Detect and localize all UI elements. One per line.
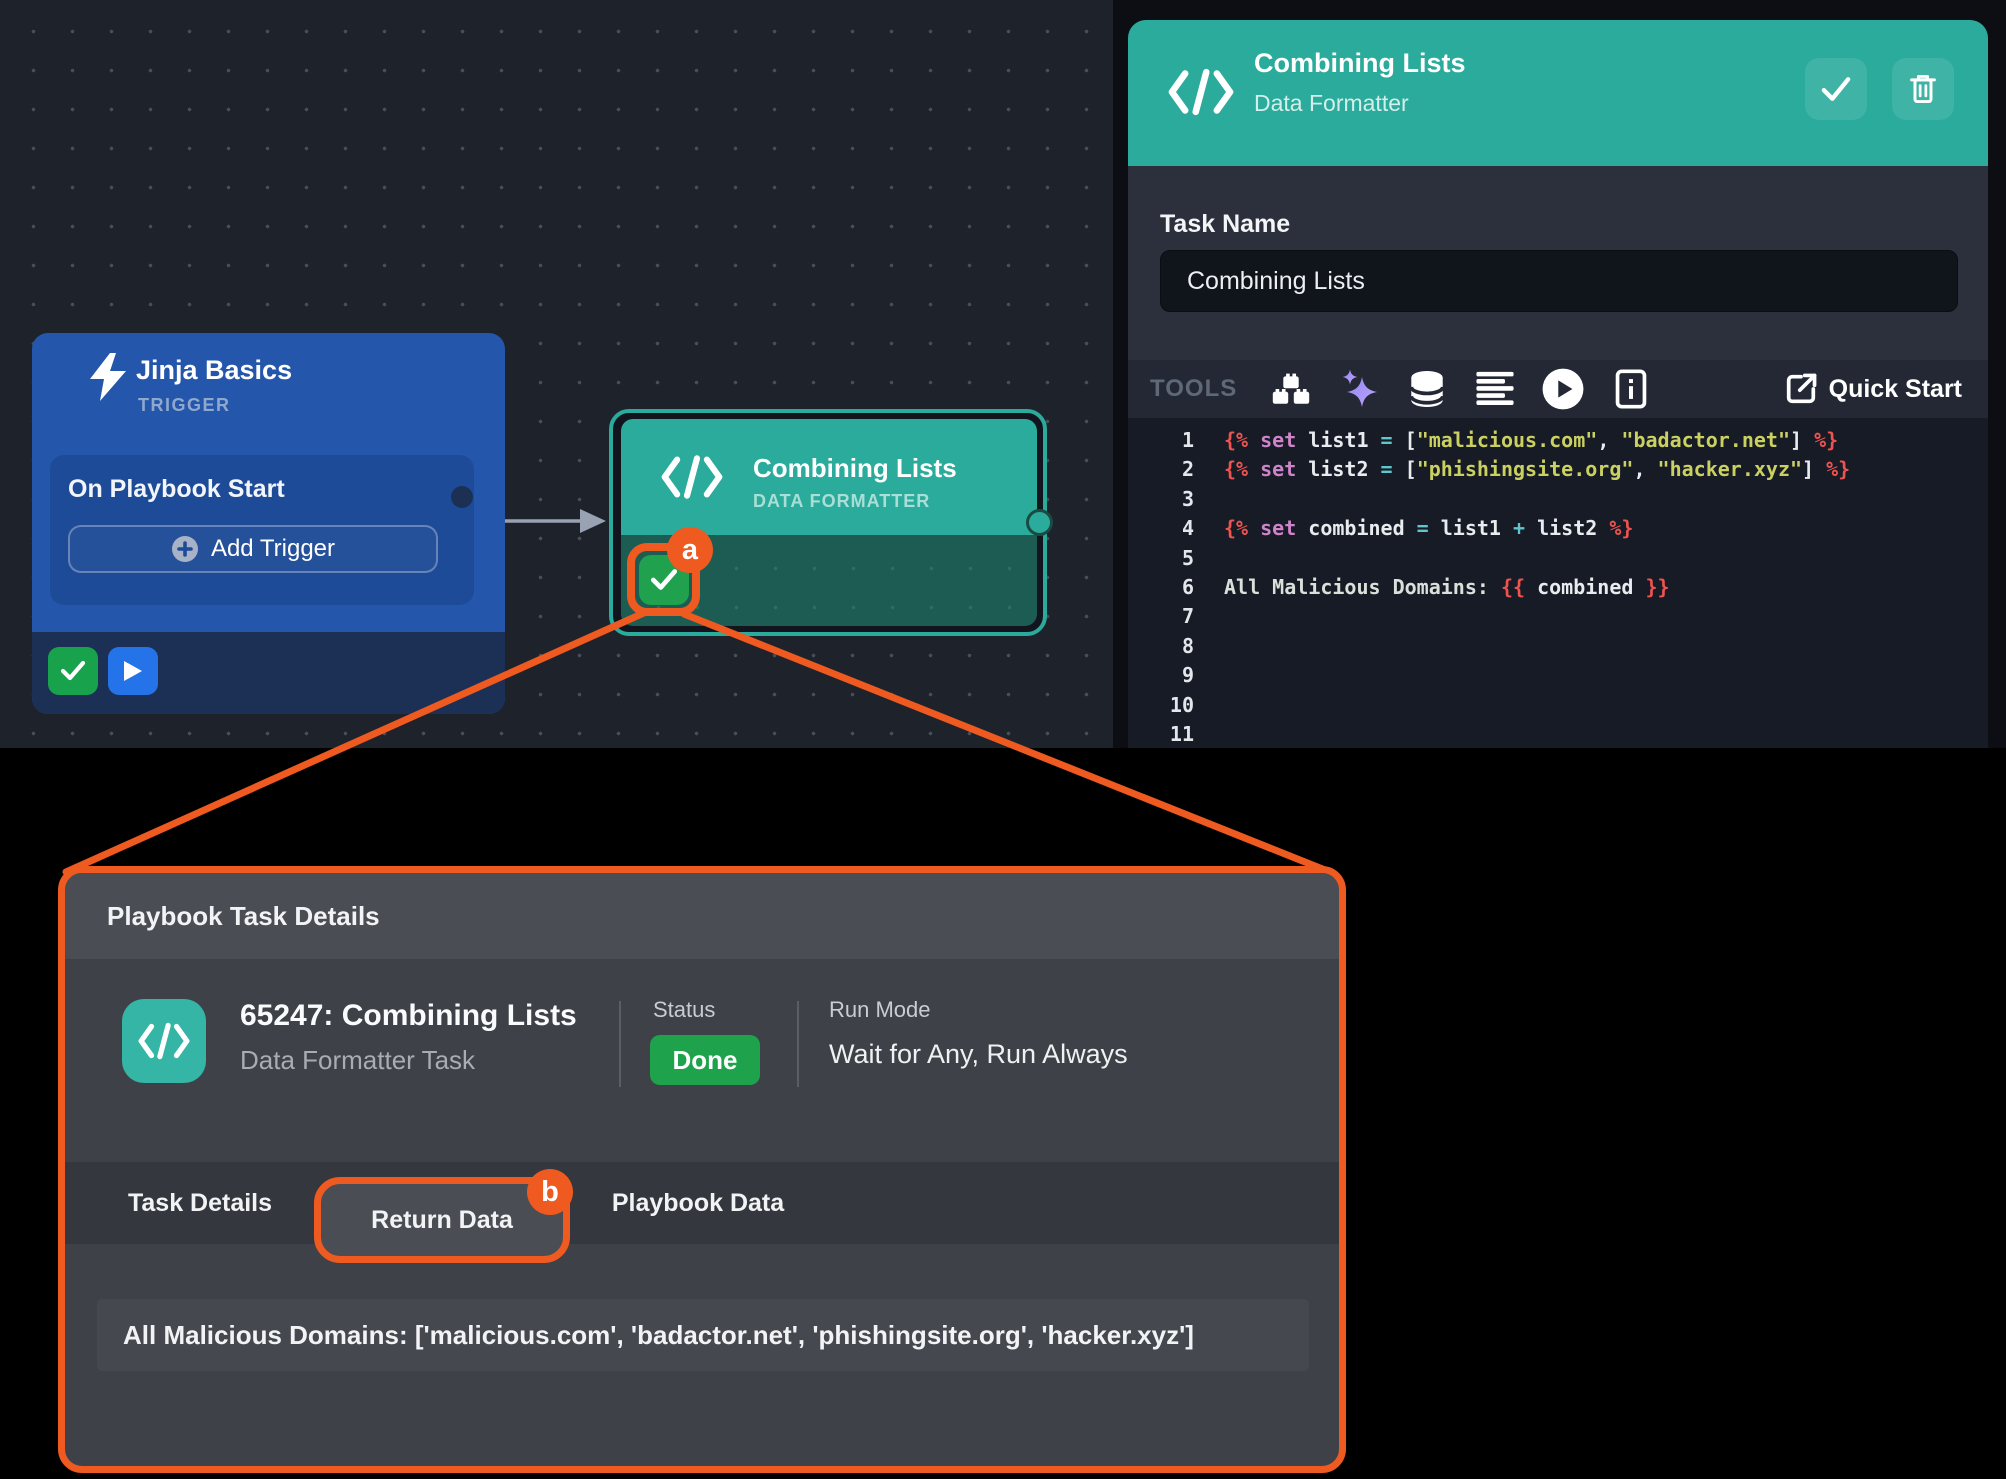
trigger-node-type-label: TRIGGER xyxy=(138,395,231,416)
code-icon xyxy=(1168,68,1234,116)
task-type-label: Data Formatter Task xyxy=(240,1045,475,1076)
accept-button[interactable] xyxy=(1805,58,1867,120)
line-number: 4 xyxy=(1128,514,1194,543)
trash-icon xyxy=(1909,73,1937,105)
divider xyxy=(619,1001,621,1087)
add-trigger-label: Add Trigger xyxy=(211,535,335,563)
code-line[interactable]: 4{% set combined = list1 + list2 %} xyxy=(1128,514,1988,543)
text-lines-icon[interactable] xyxy=(1472,366,1518,412)
tab-playbook-data[interactable]: Playbook Data xyxy=(593,1162,803,1244)
code-editor[interactable]: 1{% set list1 = ["malicious.com", "badac… xyxy=(1128,418,1988,748)
code-line[interactable]: 7 xyxy=(1128,602,1988,631)
trigger-node-title: Jinja Basics xyxy=(136,355,292,386)
info-document-icon[interactable] xyxy=(1608,366,1654,412)
divider xyxy=(797,1001,799,1087)
line-number: 8 xyxy=(1128,632,1194,661)
formatter-node-header: Combining Lists DATA FORMATTER xyxy=(621,419,1037,535)
delete-button[interactable] xyxy=(1892,58,1954,120)
tools-toolbar: TOOLS xyxy=(1128,360,1988,418)
play-icon xyxy=(122,659,144,683)
line-number: 10 xyxy=(1128,691,1194,720)
lightning-icon xyxy=(84,351,132,403)
quick-start-button[interactable]: Quick Start xyxy=(1785,360,1962,418)
return-data-text: All Malicious Domains: ['malicious.com',… xyxy=(123,1320,1194,1351)
code-line[interactable]: 3 xyxy=(1128,485,1988,514)
formatter-node-type-label: DATA FORMATTER xyxy=(753,491,930,512)
trigger-node[interactable]: Jinja Basics TRIGGER On Playbook Start A… xyxy=(32,333,505,714)
playbook-canvas[interactable]: Jinja Basics TRIGGER On Playbook Start A… xyxy=(0,0,1113,748)
database-icon[interactable] xyxy=(1404,366,1450,412)
return-data-output: All Malicious Domains: ['malicious.com',… xyxy=(97,1299,1309,1371)
panel-subtitle: Data Formatter xyxy=(1254,90,1409,117)
code-icon xyxy=(138,1022,190,1060)
code-line[interactable]: 11 xyxy=(1128,720,1988,748)
line-number: 6 xyxy=(1128,573,1194,602)
check-icon xyxy=(1819,74,1853,104)
ai-sparkles-icon[interactable] xyxy=(1336,366,1382,412)
formatter-output-port[interactable] xyxy=(1026,509,1053,536)
code-icon xyxy=(661,455,723,499)
code-line[interactable]: 9 xyxy=(1128,661,1988,690)
code-line[interactable]: 2{% set list2 = ["phishingsite.org", "ha… xyxy=(1128,455,1988,484)
task-type-icon xyxy=(122,999,206,1083)
line-number: 3 xyxy=(1128,485,1194,514)
status-badge: Done xyxy=(650,1035,760,1085)
playbook-task-details-modal: Playbook Task Details 65247: Combining L… xyxy=(58,866,1346,1473)
task-id-and-name: 65247: Combining Lists xyxy=(240,999,577,1033)
run-mode-label: Run Mode xyxy=(829,997,931,1023)
code-line[interactable]: 10 xyxy=(1128,691,1988,720)
tab-return-data-label: Return Data xyxy=(371,1206,513,1235)
panel-title: Combining Lists xyxy=(1254,48,1466,79)
play-circle-icon[interactable] xyxy=(1540,366,1586,412)
line-number: 7 xyxy=(1128,602,1194,631)
trigger-success-button[interactable] xyxy=(48,647,98,695)
quick-start-label: Quick Start xyxy=(1829,375,1962,404)
status-label: Status xyxy=(653,997,715,1023)
modal-title: Playbook Task Details xyxy=(107,873,380,959)
plus-circle-icon xyxy=(171,535,199,563)
line-number: 11 xyxy=(1128,720,1194,748)
check-icon xyxy=(649,567,679,593)
tools-label: TOOLS xyxy=(1150,375,1237,403)
tab-task-details[interactable]: Task Details xyxy=(115,1162,285,1244)
trigger-event-card[interactable]: On Playbook Start Add Trigger xyxy=(50,455,474,605)
trigger-output-port[interactable] xyxy=(451,486,473,508)
code-line[interactable]: 8 xyxy=(1128,632,1988,661)
formatter-node-title: Combining Lists xyxy=(753,453,957,484)
task-config-header: Combining Lists Data Formatter xyxy=(1128,20,1988,166)
blocks-icon[interactable] xyxy=(1268,366,1314,412)
annotation-badge-a: a xyxy=(667,527,713,573)
task-name-label: Task Name xyxy=(1160,210,1290,239)
code-line[interactable]: 5 xyxy=(1128,544,1988,573)
run-mode-value: Wait for Any, Run Always xyxy=(829,1039,1128,1070)
check-icon xyxy=(59,659,87,683)
task-config-panel: Combining Lists Data Formatter Task Name… xyxy=(1128,20,1988,748)
trigger-event-label: On Playbook Start xyxy=(68,475,285,504)
code-line[interactable]: 6All Malicious Domains: {{ combined }} xyxy=(1128,573,1988,602)
line-number: 5 xyxy=(1128,544,1194,573)
trigger-node-footer xyxy=(32,632,505,714)
code-line[interactable]: 1{% set list1 = ["malicious.com", "badac… xyxy=(1128,426,1988,455)
trigger-run-button[interactable] xyxy=(108,647,158,695)
line-number: 9 xyxy=(1128,661,1194,690)
annotation-badge-b: b xyxy=(527,1169,573,1215)
modal-header: Playbook Task Details xyxy=(65,873,1339,959)
line-number: 2 xyxy=(1128,455,1194,484)
add-trigger-button[interactable]: Add Trigger xyxy=(68,525,438,573)
task-name-value: Combining Lists xyxy=(1187,267,1365,296)
modal-tabs: Task Details Playbook Data xyxy=(65,1162,1339,1244)
task-name-input[interactable]: Combining Lists xyxy=(1160,250,1958,312)
line-number: 1 xyxy=(1128,426,1194,455)
status-value: Done xyxy=(673,1045,738,1076)
external-link-icon xyxy=(1785,373,1817,405)
